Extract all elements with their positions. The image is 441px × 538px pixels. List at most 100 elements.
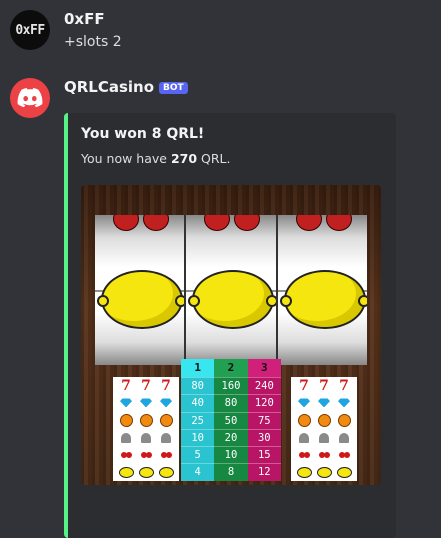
seven-icon: 7: [299, 377, 309, 394]
bell-icon: [141, 432, 151, 443]
coin-icon: [297, 413, 311, 427]
paytable-row: 25 50 75: [181, 411, 281, 429]
desc-prefix: You now have: [81, 151, 171, 166]
payout-cell: 5: [181, 446, 215, 464]
username[interactable]: QRLCasino: [64, 78, 154, 96]
cherry-icon: [113, 215, 139, 231]
reels: [95, 215, 367, 365]
lemon-icon: [316, 466, 332, 478]
paytable-area: 777 1 2 3 80160240 4080120 255075: [113, 359, 357, 481]
cherry-icon: [325, 215, 352, 231]
payout-cell: 30: [247, 428, 281, 447]
reel-1: [95, 215, 187, 365]
payout-cell: 4: [181, 463, 215, 481]
lemon-icon: [279, 270, 367, 329]
paytable: 1 2 3 80 160 240 40 80 120 25 50 75 10 20 30 5 10…: [181, 359, 281, 481]
cherry-icon: [318, 451, 325, 458]
paytable-symbols-right: 777: [291, 377, 357, 481]
diamond-row: [295, 395, 353, 411]
paytable-row: 40 80 120: [181, 394, 281, 412]
discord-logo-icon: [17, 88, 43, 108]
cherry-icon: [338, 451, 345, 458]
coin-icon: [317, 413, 331, 427]
payout-cell: 120: [247, 394, 281, 412]
desc-suffix: QRL.: [197, 151, 231, 166]
coin-icon: [337, 413, 351, 427]
embed-title: You won 8 QRL!: [81, 126, 205, 142]
payout-cell: 8: [214, 463, 248, 481]
paytable-header: 1 2 3: [181, 359, 281, 377]
seven-icon: 7: [161, 377, 171, 394]
diamond-row: [117, 395, 175, 411]
payout-cell: 20: [214, 428, 248, 447]
payout-cell: 80: [181, 377, 215, 395]
embed-description: You now have 270 QRL.: [81, 151, 230, 166]
header-1: 1: [181, 359, 215, 377]
payout-cell: 80: [214, 394, 248, 412]
coin-icon: [159, 413, 173, 427]
seven-icon: 7: [319, 377, 329, 394]
cherry-icon: [140, 451, 147, 458]
payout-cell: 25: [181, 411, 215, 429]
payout-cell: 50: [214, 411, 248, 429]
bell-row: [295, 430, 353, 446]
paytable-row: 5 10 15: [181, 446, 281, 464]
bell-icon: [161, 432, 171, 443]
message-qrlcasino: QRLCasino BOT You won 8 QRL! You now have…: [0, 78, 441, 538]
lemon-icon: [336, 466, 352, 478]
coin-row: [295, 412, 353, 428]
lemon-icon: [188, 270, 276, 329]
username[interactable]: 0xFF: [64, 10, 105, 28]
header-3: 3: [247, 359, 281, 377]
reel-2: [186, 215, 278, 365]
payout-cell: 10: [181, 428, 215, 447]
seven-icon: 7: [121, 377, 131, 394]
bell-icon: [319, 432, 329, 443]
username-row: QRLCasino BOT: [64, 78, 188, 96]
diamond-icon: [160, 398, 172, 408]
diamond-icon: [338, 398, 350, 408]
diamond-icon: [140, 398, 152, 408]
bell-icon: [339, 432, 349, 443]
desc-amount: 270: [170, 151, 198, 166]
diamond-icon: [120, 398, 132, 408]
payout-cell: 10: [214, 446, 248, 464]
avatar[interactable]: 0xFF: [10, 10, 50, 50]
cherry-icon: [160, 451, 167, 458]
payout-cell: 15: [247, 446, 281, 464]
lemon-icon: [118, 466, 134, 478]
coin-icon: [139, 413, 153, 427]
payout-cell: 240: [247, 377, 281, 395]
message-content: +slots 2: [64, 34, 122, 50]
payout-cell: 75: [247, 411, 281, 429]
seven-row: 777: [117, 378, 175, 394]
embed: You won 8 QRL! You now have 270 QRL. 7 7…: [64, 113, 396, 538]
bell-icon: [121, 432, 131, 443]
lemon-icon: [296, 466, 312, 478]
payout-cell: 160: [214, 377, 248, 395]
coin-row: [117, 412, 175, 428]
lemon-icon: [97, 270, 185, 329]
lemon-row: [117, 464, 175, 480]
cherry-icon: [295, 215, 322, 231]
bell-row: [117, 430, 175, 446]
cherry-row: [295, 447, 353, 463]
cherry-icon: [143, 215, 169, 231]
diamond-icon: [318, 398, 330, 408]
paytable-row: 4 8 12: [181, 463, 281, 481]
payout-cell: 12: [247, 463, 281, 481]
cherry-row: [117, 447, 175, 463]
slot-machine-image[interactable]: 777 1 2 3 80160240 4080120 255075: [81, 185, 381, 485]
lemon-icon: [158, 466, 174, 478]
paytable-symbols-left: 777: [113, 377, 179, 481]
cherry-icon: [234, 215, 261, 231]
seven-row: 777: [295, 378, 353, 394]
avatar[interactable]: [10, 78, 50, 118]
cherry-icon: [298, 451, 305, 458]
payout-cell: 40: [181, 394, 215, 412]
coin-icon: [119, 413, 133, 427]
reel-3: [277, 215, 367, 365]
diamond-icon: [298, 398, 310, 408]
cherry-icon: [120, 451, 127, 458]
seven-icon: 7: [141, 377, 151, 394]
